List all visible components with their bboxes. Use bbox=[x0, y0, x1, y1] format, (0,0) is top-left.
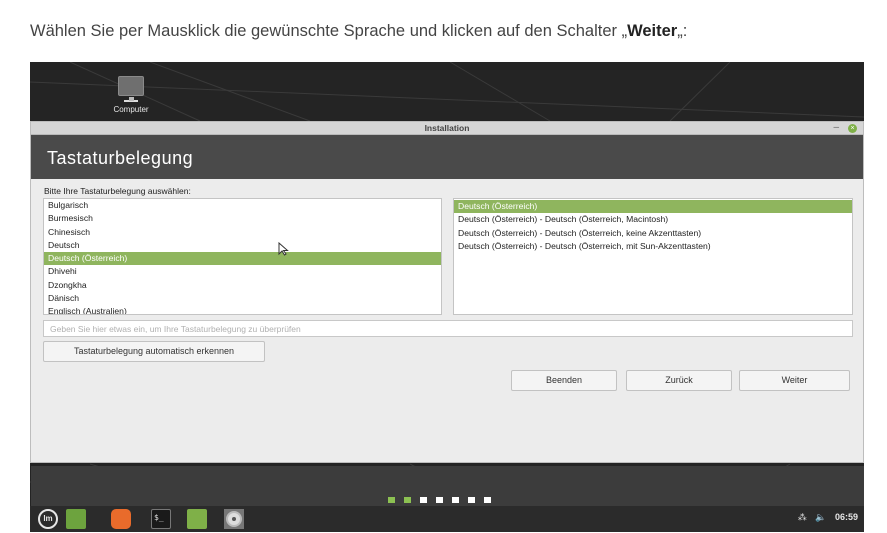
progress-dot bbox=[468, 497, 475, 503]
screenshot-desktop: Computer Installation – × Tastaturbelegu… bbox=[30, 62, 864, 532]
layout-list[interactable]: Bulgarisch Burmesisch Chinesisch Deutsch… bbox=[43, 198, 442, 315]
keyboard-test-input[interactable] bbox=[43, 320, 853, 337]
layout-list-item[interactable]: Burmesisch bbox=[44, 212, 441, 225]
monitor-icon bbox=[118, 76, 144, 101]
layout-list-item[interactable]: Chinesisch bbox=[44, 226, 441, 239]
linux-mint-menu-icon[interactable]: lm bbox=[38, 509, 58, 529]
network-icon[interactable]: ⁂ bbox=[798, 512, 807, 522]
files-folder-icon[interactable] bbox=[187, 509, 207, 529]
terminal-icon[interactable]: $_ bbox=[151, 509, 171, 529]
progress-dot-done bbox=[404, 497, 411, 503]
clock[interactable]: 06:59 bbox=[835, 512, 858, 522]
layout-list-item[interactable]: Dänisch bbox=[44, 292, 441, 305]
layout-list-item[interactable]: Dhivehi bbox=[44, 265, 441, 278]
progress-dots bbox=[388, 490, 500, 503]
detect-layout-button[interactable]: Tastaturbelegung automatisch erkennen bbox=[43, 341, 265, 362]
layout-list-item[interactable]: Dzongkha bbox=[44, 279, 441, 292]
variant-list-item[interactable]: Deutsch (Österreich) - Deutsch (Österrei… bbox=[454, 240, 852, 253]
window-titlebar[interactable]: Installation – × bbox=[31, 122, 863, 135]
variant-list[interactable]: Deutsch (Österreich) Deutsch (Österreich… bbox=[453, 198, 853, 315]
instruction-bold-weiter: Weiter bbox=[627, 22, 678, 40]
computer-icon-label: Computer bbox=[113, 105, 149, 114]
variant-list-item[interactable]: Deutsch (Österreich) - Deutsch (Österrei… bbox=[454, 227, 852, 240]
progress-dot bbox=[452, 497, 459, 503]
layout-list-item-selected[interactable]: Deutsch (Österreich) bbox=[44, 252, 441, 266]
close-button[interactable]: × bbox=[848, 124, 857, 133]
progress-dot bbox=[436, 497, 443, 503]
page-title: Tastaturbelegung bbox=[31, 135, 863, 179]
next-button[interactable]: Weiter bbox=[739, 370, 850, 391]
computer-desktop-icon[interactable]: Computer bbox=[100, 76, 162, 114]
system-tray: ⁂ 🔈 06:59 bbox=[792, 512, 858, 523]
installer-disc-icon[interactable] bbox=[224, 509, 244, 529]
back-button[interactable]: Zurück bbox=[626, 370, 732, 391]
volume-icon[interactable]: 🔈 bbox=[815, 512, 826, 522]
layout-list-item[interactable]: Bulgarisch bbox=[44, 199, 441, 212]
progress-dot-done bbox=[388, 497, 395, 503]
firefox-icon[interactable] bbox=[111, 509, 131, 529]
variant-list-item-selected[interactable]: Deutsch (Österreich) bbox=[454, 200, 852, 214]
installer-window: Installation – × Tastaturbelegung Bitte … bbox=[30, 121, 864, 524]
progress-dot bbox=[484, 497, 491, 503]
mouse-cursor-icon bbox=[278, 242, 289, 256]
taskbar: lm $_ ⁂ 🔈 06:59 bbox=[30, 506, 864, 532]
layout-list-item[interactable]: Deutsch bbox=[44, 239, 441, 252]
show-desktop-icon[interactable] bbox=[66, 509, 86, 529]
window-title: Installation bbox=[424, 123, 470, 133]
quit-button[interactable]: Beenden bbox=[511, 370, 617, 391]
instruction-text: Wählen Sie per Mausklick die gewünschte … bbox=[30, 22, 688, 40]
layout-prompt-label: Bitte Ihre Tastaturbelegung auswählen: bbox=[44, 186, 191, 196]
progress-dot bbox=[420, 497, 427, 503]
layout-list-item[interactable]: Englisch (Australien) bbox=[44, 305, 441, 314]
minimize-button[interactable]: – bbox=[833, 122, 839, 134]
variant-list-item[interactable]: Deutsch (Österreich) - Deutsch (Österrei… bbox=[454, 213, 852, 226]
